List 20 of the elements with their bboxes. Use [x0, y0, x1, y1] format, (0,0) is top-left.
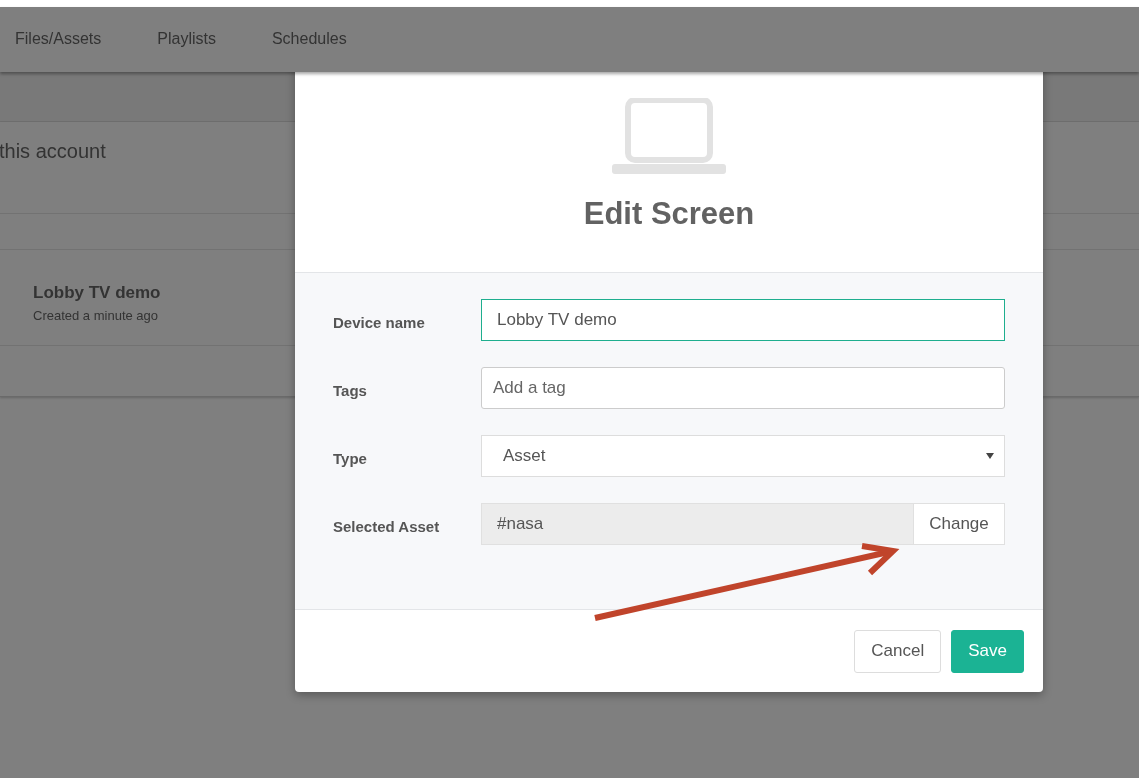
screen-name[interactable]: Lobby TV demo [33, 283, 161, 303]
cancel-button[interactable]: Cancel [854, 629, 942, 673]
text-field[interactable]: Lobby TV demo [481, 299, 1005, 341]
field-label: Selected Asset [333, 517, 441, 535]
laptop-icon [612, 98, 726, 174]
change-button[interactable]: Change [914, 503, 1005, 545]
dialog-title: Edit Screen [583, 196, 755, 232]
text-field[interactable]: Add a tag [481, 367, 1005, 409]
page-heading: this account [0, 140, 106, 162]
selected-asset-field: #nasa [481, 503, 914, 545]
created-time: Created a minute ago [33, 308, 159, 323]
caret-icon [986, 453, 994, 459]
nav-tab[interactable]: Schedules [271, 29, 347, 48]
field-label: Tags [333, 381, 368, 399]
save-button[interactable]: Save [951, 629, 1024, 673]
type-dropdown[interactable]: Asset [481, 435, 1005, 477]
nav-tab[interactable]: Files/Assets [15, 29, 102, 48]
nav-tab[interactable]: Playlists [157, 29, 216, 48]
field-label: Type [333, 449, 368, 467]
field-label: Device name [333, 313, 426, 331]
